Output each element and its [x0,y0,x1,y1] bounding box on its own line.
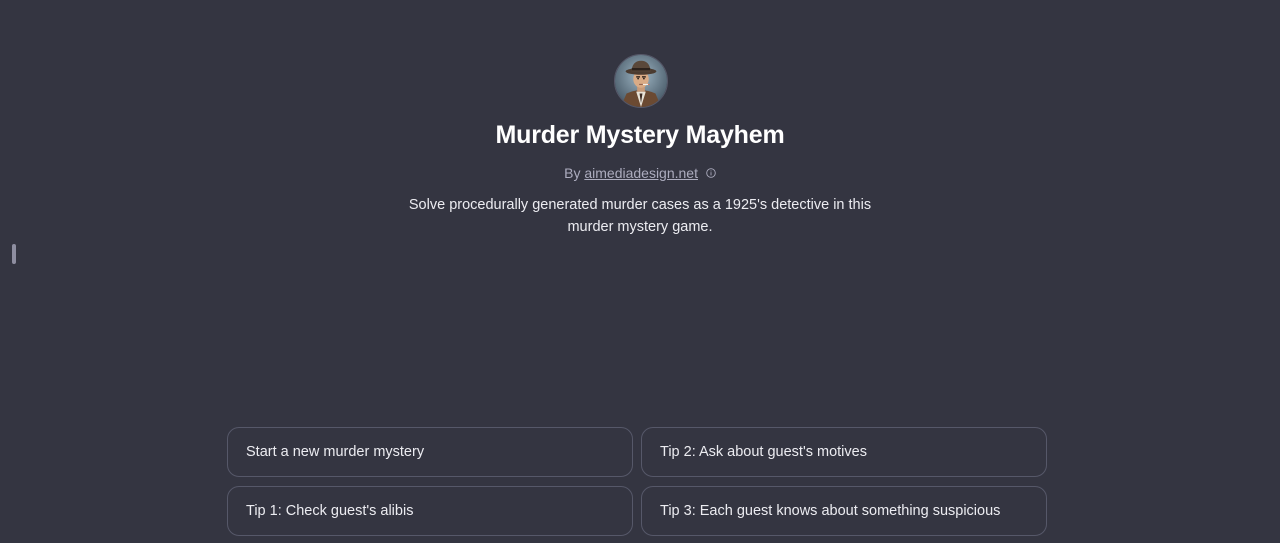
conversation-starters: Start a new murder mystery Tip 2: Ask ab… [227,427,1047,536]
byline: By aimediadesign.net [0,165,1280,181]
byline-prefix: By [564,165,581,181]
author-link[interactable]: aimediadesign.net [584,165,698,181]
gpt-title: Murder Mystery Mayhem [495,121,785,149]
detective-avatar-icon [614,54,668,108]
sidebar-toggle-handle[interactable] [12,244,16,264]
gpt-landing-page: Murder Mystery Mayhem By aimediadesign.n… [0,0,1280,543]
starter-tip-1-button[interactable]: Tip 1: Check guest's alibis [227,486,633,536]
gpt-description: Solve procedurally generated murder case… [408,197,872,235]
starter-tip-2-button[interactable]: Tip 2: Ask about guest's motives [641,427,1047,477]
starter-new-mystery-button[interactable]: Start a new murder mystery [227,427,633,477]
info-icon[interactable] [706,168,716,178]
starter-tip-3-button[interactable]: Tip 3: Each guest knows about something … [641,486,1047,536]
